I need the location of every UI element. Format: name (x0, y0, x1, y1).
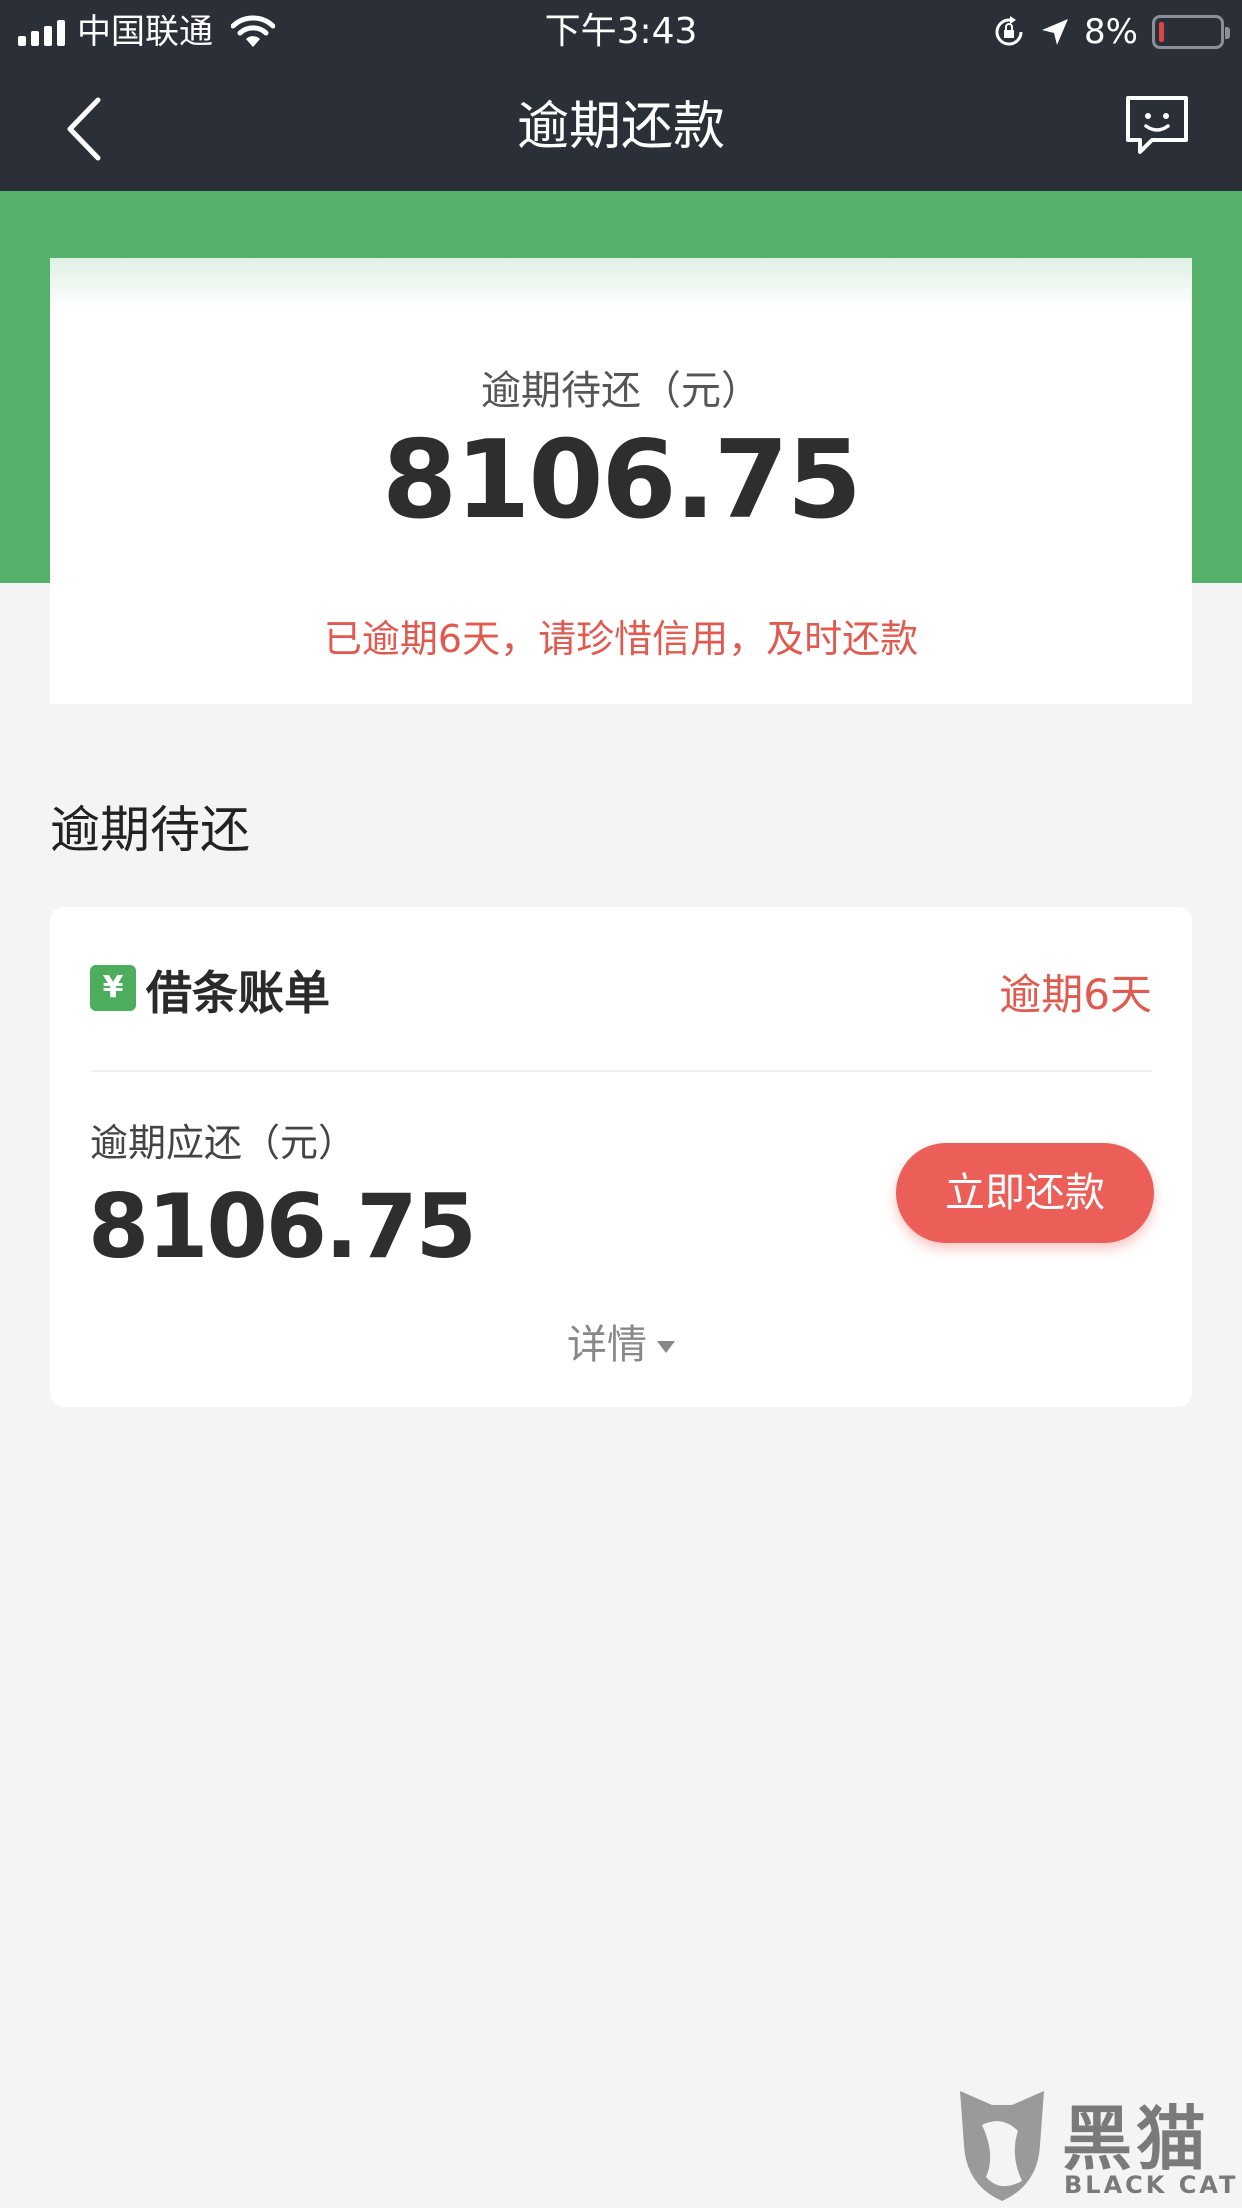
yuan-icon: ¥ (90, 965, 136, 1011)
bill-card[interactable]: ¥ 借条账单 逾期6天 逾期应还（元） 8106.75 立即还款 详情 (50, 907, 1192, 1407)
due-label: 逾期应还（元） (90, 1121, 357, 1165)
rotation-lock-icon (995, 16, 1023, 46)
location-icon (1042, 19, 1069, 45)
card-top-fade (50, 258, 1192, 308)
details-toggle[interactable]: 详情 (50, 1312, 1192, 1370)
summary-label: 逾期待还（元） (481, 368, 761, 414)
status-right: 8% (992, 12, 1230, 52)
battery-level (1159, 22, 1164, 42)
repay-now-button[interactable]: 立即还款 (896, 1143, 1154, 1243)
feedback-chat-icon[interactable] (1124, 94, 1190, 158)
overdue-warning: 已逾期6天，请珍惜信用，及时还款 (323, 617, 919, 661)
overdue-summary-card: 逾期待还（元） 8106.75 已逾期6天，请珍惜信用，及时还款 (50, 258, 1192, 704)
caret-down-icon (657, 1341, 675, 1353)
overdue-repayment-screen: 中国联通 下午3:43 8% 逾期还款 逾期待还（元） 8106.75 已逾期6… (0, 0, 1242, 2208)
watermark-cn: 黑猫 (1062, 2098, 1210, 2180)
top-bar: 中国联通 下午3:43 8% 逾期还款 (0, 0, 1242, 191)
summary-amount: 8106.75 (382, 418, 862, 543)
page-title: 逾期还款 (516, 97, 725, 157)
details-label: 详情 (567, 1322, 647, 1368)
due-amount: 8106.75 (88, 1175, 477, 1278)
battery-percent: 8% (1084, 12, 1138, 52)
watermark-logo: 黑猫 BLACK CAT (952, 2083, 1242, 2208)
watermark-en: BLACK CAT (1064, 2171, 1239, 2199)
section-title: 逾期待还 (50, 801, 250, 859)
black-cat-logo-icon (960, 2091, 1044, 2201)
divider (90, 1070, 1152, 1072)
status-bar: 中国联通 下午3:43 8% (0, 0, 1242, 64)
battery-icon (1152, 15, 1230, 49)
bill-overdue-status: 逾期6天 (999, 970, 1152, 1019)
navigation-bar: 逾期还款 (0, 64, 1242, 191)
bill-title: 借条账单 (146, 966, 330, 1020)
